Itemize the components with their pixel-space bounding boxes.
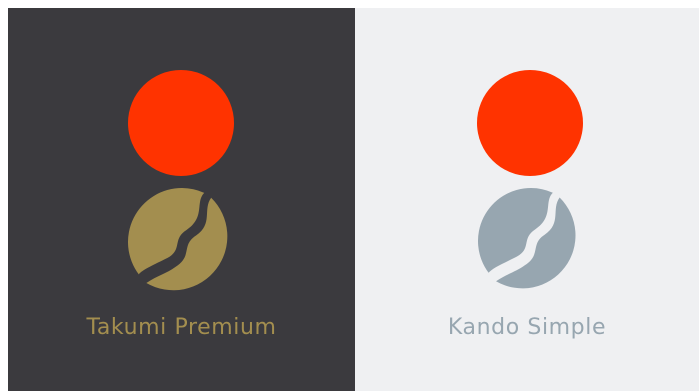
river-emblem-icon xyxy=(128,188,228,291)
brand-name-label: Takumi Premium xyxy=(86,315,277,340)
red-sun-circle xyxy=(128,70,234,176)
brand-name-label: Kando Simple xyxy=(447,315,607,340)
red-sun-circle xyxy=(477,70,583,176)
river-emblem-icon xyxy=(478,188,576,289)
takumi-premium-panel: Takumi Premium xyxy=(8,8,355,391)
kando-simple-panel: Kando Simple xyxy=(355,8,699,391)
